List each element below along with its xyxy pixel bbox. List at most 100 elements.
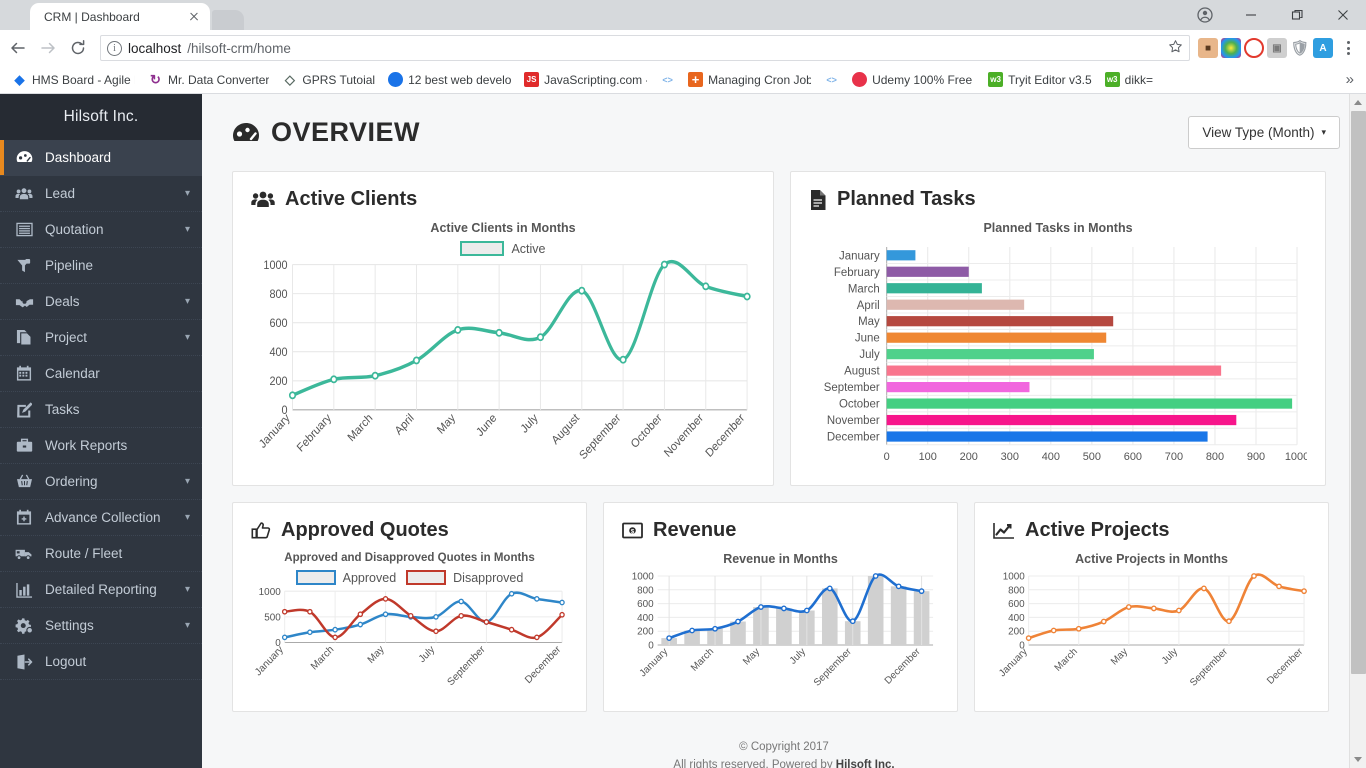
bookmark-item[interactable]: ↻ Mr. Data Converter	[142, 69, 275, 90]
forward-icon[interactable]	[34, 34, 62, 62]
new-tab-button[interactable]	[212, 10, 244, 30]
sidebar-item-dashboard[interactable]: Dashboard	[0, 140, 202, 176]
sidebar-item-lead[interactable]: Lead ▾	[0, 176, 202, 212]
svg-text:1000: 1000	[1285, 451, 1307, 463]
sidebar-item-label: Detailed Reporting	[45, 582, 157, 597]
chart-title-active-projects: Active Projects in Months	[1075, 552, 1228, 566]
bookmark-item[interactable]: 12 best web developr	[382, 69, 517, 90]
bookmark-label: 12 best web developr	[408, 72, 512, 87]
bookmark-item[interactable]: w3 dikk=	[1099, 69, 1159, 90]
reload-icon[interactable]	[64, 34, 92, 62]
sidebar-item-label: Quotation	[45, 222, 104, 237]
bookmark-label: Udemy 100% Free Co	[872, 72, 975, 87]
back-icon[interactable]	[4, 34, 32, 62]
sidebar-item-advance-collection[interactable]: Advance Collection ▾	[0, 500, 202, 536]
bookmark-item[interactable]: Udemy 100% Free Co	[846, 69, 981, 90]
minimize-button[interactable]	[1228, 0, 1274, 30]
sidebar-item-work-reports[interactable]: Work Reports	[0, 428, 202, 464]
close-icon[interactable]	[186, 9, 202, 25]
sidebar-item-quotation[interactable]: Quotation ▾	[0, 212, 202, 248]
sidebar-item-logout[interactable]: Logout	[0, 644, 202, 680]
svg-text:800: 800	[269, 289, 287, 302]
vertical-scrollbar[interactable]	[1349, 94, 1366, 768]
tab-crm-dashboard[interactable]: CRM | Dashboard	[30, 3, 210, 30]
sidebar-item-deals[interactable]: Deals ▾	[0, 284, 202, 320]
bookmark-star-icon[interactable]	[1168, 39, 1183, 57]
sidebar-item-project[interactable]: Project ▾	[0, 320, 202, 356]
svg-text:December: December	[827, 432, 880, 444]
svg-text:May: May	[741, 646, 762, 667]
adblock-extension-icon[interactable]	[1244, 38, 1264, 58]
diamond-icon: ◆	[14, 71, 25, 87]
chevron-down-icon: ▾	[184, 476, 190, 487]
footer: © Copyright 2017 All rights reserved. Po…	[202, 728, 1366, 768]
legend-item[interactable]: Disapproved	[406, 570, 523, 585]
bookmark-item[interactable]: ◆ HMS Board - Agile Bo	[6, 69, 141, 90]
handshake-icon	[14, 295, 34, 309]
chart-title-approved-quotes: Approved and Disapproved Quotes in Month…	[284, 552, 535, 564]
svg-text:September: September	[824, 382, 880, 394]
sidebar-item-label: Dashboard	[45, 150, 112, 165]
chart-planned-tasks[interactable]: 0 100 200 300 400 500 600 700 800 900 1000 January F…	[809, 241, 1307, 471]
legend-item[interactable]: Approved	[295, 570, 396, 585]
bookmark-item[interactable]: <>	[818, 69, 845, 90]
svg-text:May: May	[1109, 646, 1130, 667]
sidebar-item-pipeline[interactable]: Pipeline	[0, 248, 202, 284]
svg-text:August: August	[844, 366, 880, 378]
sidebar-item-tasks[interactable]: Tasks	[0, 392, 202, 428]
axure-extension-icon[interactable]: A	[1313, 38, 1333, 58]
grayscale-extension-icon[interactable]: ▣	[1267, 38, 1287, 58]
address-bar[interactable]: i localhost/hilsoft-crm/home	[100, 35, 1190, 61]
sidebar-item-calendar[interactable]: Calendar	[0, 356, 202, 392]
svg-text:April: April	[393, 412, 416, 438]
bookmarks-overflow-icon[interactable]: »	[1346, 71, 1360, 88]
maximize-button[interactable]	[1274, 0, 1320, 30]
svg-text:October: October	[839, 399, 880, 411]
chart-approved-quotes[interactable]: 0 500 1000 January March May July September Dece…	[251, 587, 568, 697]
site-info-icon[interactable]: i	[107, 40, 122, 56]
lastpass-extension-icon[interactable]: ■	[1198, 38, 1218, 58]
svg-text:March: March	[346, 412, 375, 444]
card-title-active-projects: Active Projects	[993, 519, 1310, 542]
card-active-clients: Active Clients Active Clients in Months …	[232, 171, 774, 486]
scrollbar-track[interactable]	[1350, 111, 1366, 751]
profile-avatar-icon[interactable]	[1182, 0, 1228, 30]
legend-swatch	[460, 241, 505, 256]
chart-revenue[interactable]: 0 200 400 600 800 1000 January March May July Sept…	[622, 572, 939, 697]
bookmark-item[interactable]: <>	[654, 69, 681, 90]
chart-active-clients[interactable]: 0 200 400 600 800 1000 January February March Apr…	[251, 258, 755, 471]
edit-icon	[14, 401, 34, 418]
sidebar-item-route-fleet[interactable]: Route / Fleet	[0, 536, 202, 572]
sidebar-item-detailed-reporting[interactable]: Detailed Reporting ▾	[0, 572, 202, 608]
bookmark-item[interactable]: w3 Tryit Editor v3.5	[982, 69, 1098, 90]
scrollbar-thumb[interactable]	[1350, 111, 1366, 675]
shield-extension-icon[interactable]: 🛡	[1290, 38, 1310, 58]
url-path: /hilsoft-crm/home	[187, 40, 291, 56]
line-chart-icon	[993, 522, 1015, 540]
bookmark-item[interactable]: ◇ GPRS Tutoial	[276, 69, 381, 90]
sidebar-item-ordering[interactable]: Ordering ▾	[0, 464, 202, 500]
colorpick-extension-icon[interactable]	[1221, 38, 1241, 58]
svg-text:March: March	[848, 283, 880, 295]
chevron-down-icon: ▾	[184, 512, 190, 523]
scroll-up-icon[interactable]	[1350, 94, 1366, 111]
dashboard-icon	[14, 150, 34, 165]
bookmark-item[interactable]: JS JavaScripting.com - V	[518, 69, 653, 90]
sidebar-item-settings[interactable]: Settings ▾	[0, 608, 202, 644]
page-header: OVERVIEW View Type (Month) ▾	[232, 116, 1340, 149]
chart-active-projects[interactable]: 0 200 400 600 800 1000 January March May July Sept…	[993, 572, 1310, 697]
browser-window: CRM | Dashboard i localhost /hilsoft-crm…	[0, 0, 1366, 768]
plus-box-icon: +	[688, 72, 704, 87]
calendar-plus-icon	[14, 509, 34, 526]
dashboard-icon	[232, 121, 260, 145]
close-window-button[interactable]	[1320, 0, 1366, 30]
chrome-menu-icon[interactable]	[1336, 41, 1360, 55]
sidebar-item-label: Advance Collection	[45, 510, 161, 525]
svg-text:July: July	[859, 349, 880, 361]
legend-item[interactable]: Active	[460, 241, 546, 256]
scroll-down-icon[interactable]	[1350, 751, 1366, 768]
bookmark-item[interactable]: + Managing Cron Jobs	[682, 69, 817, 90]
list-icon	[14, 222, 34, 237]
bookmark-label: JavaScripting.com - V	[544, 72, 647, 87]
view-type-dropdown[interactable]: View Type (Month) ▾	[1188, 116, 1340, 149]
